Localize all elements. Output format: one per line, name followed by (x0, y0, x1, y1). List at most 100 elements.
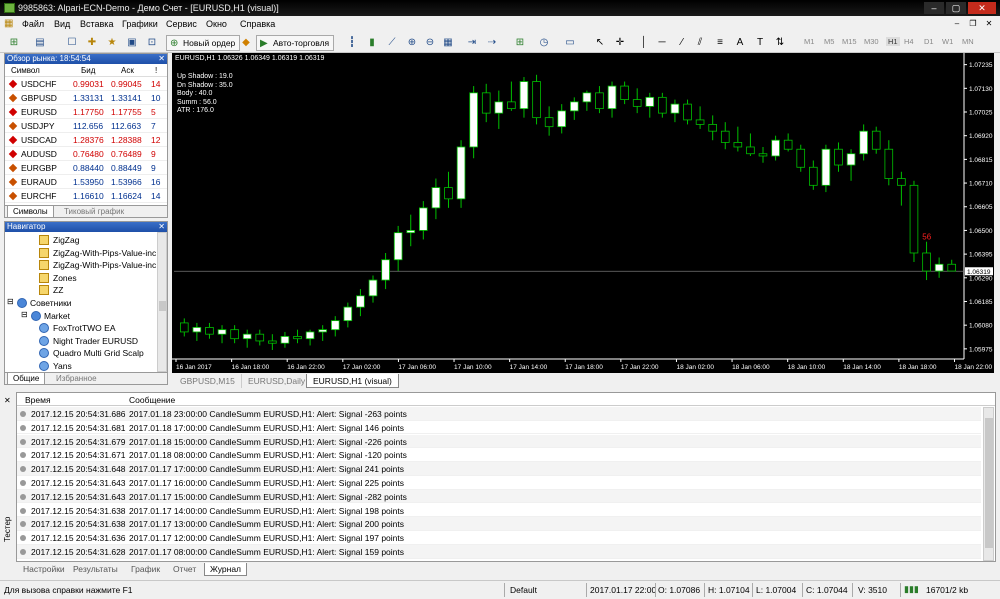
label-icon[interactable]: T (752, 35, 768, 50)
collapse-icon[interactable]: ⊟ (21, 310, 28, 319)
tf-d1[interactable]: D1 (924, 37, 934, 46)
tf-w1[interactable]: W1 (942, 37, 953, 46)
scroll-thumb[interactable] (985, 418, 993, 548)
tile-windows-icon[interactable]: ▦ (440, 35, 456, 50)
journal-row[interactable]: 2017.12.15 20:54:31.686 2017.01.18 23:00:… (17, 407, 981, 421)
indicators-icon[interactable]: ⊞ (512, 35, 528, 50)
journal-row[interactable]: 2017.12.15 20:54:31.648 2017.01.17 17:00:… (17, 462, 981, 476)
mdi-restore-icon[interactable]: ❐ (966, 18, 980, 30)
tf-m30[interactable]: M30 (864, 37, 879, 46)
profiles-icon[interactable]: ▤ (32, 35, 48, 50)
col-time[interactable]: Время (25, 395, 51, 405)
horizontal-line-icon[interactable]: ─ (654, 35, 670, 50)
tab-report[interactable]: Отчет (168, 563, 201, 576)
market-watch-row[interactable]: USDCHF 0.99031 0.99045 14 (5, 78, 167, 91)
tab-tick-chart[interactable]: Тиковый график (59, 206, 129, 218)
new-order-button[interactable]: ⊕ Новый ордер (166, 35, 241, 51)
market-watch-row[interactable]: AUDUSD 0.76480 0.76489 9 (5, 148, 167, 161)
close-icon[interactable]: ✕ (158, 222, 165, 232)
journal-row[interactable]: 2017.12.15 20:54:31.636 2017.01.17 12:00:… (17, 531, 981, 545)
close-icon[interactable]: ✕ (158, 54, 165, 64)
tab-favorites[interactable]: Избранное (51, 373, 102, 385)
col-spread[interactable]: ! (155, 66, 157, 75)
new-chart-icon[interactable]: ⊞ (6, 35, 22, 50)
chart-tab-gbpusd-m15[interactable]: GBPUSD,M15 (174, 374, 242, 388)
market-watch-row[interactable]: EURAUD 1.53950 1.53966 16 (5, 176, 167, 189)
menu-tools[interactable]: Сервис (166, 19, 197, 29)
tf-h1[interactable]: H1 (886, 37, 900, 46)
line-chart-icon[interactable]: ⟋ (384, 35, 400, 50)
menu-view[interactable]: Вид (54, 19, 70, 29)
autotrading-button[interactable]: ▶ Авто-торговля (256, 35, 335, 51)
chart-tab-eurusd-daily[interactable]: EURUSD,Daily (242, 374, 313, 388)
collapse-icon[interactable]: ⊟ (7, 297, 14, 306)
tf-m5[interactable]: M5 (824, 37, 834, 46)
journal-row[interactable]: 2017.12.15 20:54:31.681 2017.01.18 17:00:… (17, 421, 981, 435)
templates-icon[interactable]: ▭ (562, 35, 578, 50)
tf-m15[interactable]: M15 (842, 37, 857, 46)
close-icon[interactable]: ✕ (4, 396, 11, 405)
col-ask[interactable]: Аск (121, 66, 134, 75)
market-watch-icon[interactable]: ☐ (64, 35, 80, 50)
journal-row[interactable]: 2017.12.15 20:54:31.671 2017.01.18 08:00:… (17, 448, 981, 462)
market-watch-row[interactable]: EURUSD 1.17750 1.17755 5 (5, 106, 167, 119)
chart-canvas[interactable]: 1.07235 1.07130 1.07025 1.06920 1.06815 1.067… (172, 53, 994, 373)
menu-charts[interactable]: Графики (122, 19, 158, 29)
trendline-icon[interactable]: ⁄ (674, 35, 690, 50)
journal-row[interactable]: 2017.12.15 20:54:31.628 2017.01.17 08:00:… (17, 545, 981, 559)
tf-h4[interactable]: H4 (904, 37, 914, 46)
bar-chart-icon[interactable]: ┇ (344, 35, 360, 50)
journal-row[interactable]: 2017.12.15 20:54:31.679 2017.01.18 15:00:… (17, 434, 981, 449)
crosshair-icon[interactable]: ✛ (612, 35, 628, 50)
autoscroll-icon[interactable]: ⇢ (484, 35, 500, 50)
tab-results[interactable]: Результаты (68, 563, 123, 576)
mdi-minimize-icon[interactable]: – (950, 18, 964, 30)
market-watch-row[interactable]: EURCHF 1.16610 1.16624 14 (5, 190, 167, 203)
chart-window-icon[interactable]: ▦ (4, 18, 13, 29)
col-message[interactable]: Сообщение (129, 395, 175, 405)
menu-file[interactable]: Файл (22, 19, 44, 29)
col-bid[interactable]: Бид (81, 66, 95, 75)
text-icon[interactable]: A (732, 35, 748, 50)
periods-icon[interactable]: ◷ (536, 35, 552, 50)
minimize-button[interactable]: – (924, 2, 944, 14)
tab-symbols[interactable]: Символы (7, 206, 54, 218)
col-symbol[interactable]: Символ (11, 66, 40, 75)
market-watch-row[interactable]: USDCAD 1.28376 1.28388 12 (5, 134, 167, 147)
chart-shift-icon[interactable]: ⇥ (464, 35, 480, 50)
tf-m1[interactable]: M1 (804, 37, 814, 46)
meta-editor-icon[interactable]: ◆ (238, 35, 254, 50)
navigator-icon[interactable]: ★ (104, 35, 120, 50)
chart-tab-eurusd-h1[interactable]: EURUSD,H1 (visual) (306, 374, 399, 388)
market-watch-row[interactable]: EURGBP 0.88440 0.88449 9 (5, 162, 167, 175)
journal-row[interactable]: 2017.12.15 20:54:31.643 2017.01.17 15:00:… (17, 489, 981, 504)
channel-icon[interactable]: ⫽ (692, 35, 708, 50)
menu-help[interactable]: Справка (240, 19, 275, 29)
cursor-icon[interactable]: ↖ (592, 35, 608, 50)
journal-scrollbar[interactable] (983, 407, 994, 561)
zoom-in-icon[interactable]: ⊕ (404, 35, 420, 50)
zoom-out-icon[interactable]: ⊖ (422, 35, 438, 50)
tab-journal[interactable]: Журнал (204, 563, 248, 576)
terminal-icon[interactable]: ▣ (124, 35, 140, 50)
menu-insert[interactable]: Вставка (80, 19, 113, 29)
candle-chart-icon[interactable]: ▮ (364, 35, 380, 50)
journal-row[interactable]: 2017.12.15 20:54:31.643 2017.01.17 16:00:… (17, 476, 981, 490)
vertical-line-icon[interactable]: │ (636, 35, 652, 50)
fibonacci-icon[interactable]: ≡ (712, 35, 728, 50)
price-chart[interactable]: 1.07235 1.07130 1.07025 1.06920 1.06815 1.067… (172, 53, 994, 373)
tf-mn[interactable]: MN (962, 37, 974, 46)
market-watch-row[interactable]: USDJPY 112.656 112.663 7 (5, 120, 167, 133)
navigator-scrollbar[interactable] (157, 232, 167, 372)
journal-row[interactable]: 2017.12.15 20:54:31.638 2017.01.17 13:00:… (17, 517, 981, 531)
journal-row[interactable]: 2017.12.15 20:54:31.638 2017.01.17 14:00:… (17, 504, 981, 518)
menu-window[interactable]: Окно (206, 19, 227, 29)
tester-icon[interactable]: ⊡ (144, 35, 160, 50)
tab-settings[interactable]: Настройки (18, 563, 70, 576)
tab-graph[interactable]: График (126, 563, 165, 576)
mdi-close-icon[interactable]: ✕ (982, 18, 996, 30)
tab-common[interactable]: Общие (7, 373, 46, 385)
maximize-button[interactable]: ▢ (946, 2, 966, 14)
close-button[interactable]: ✕ (968, 2, 996, 14)
market-watch-row[interactable]: GBPUSD 1.33131 1.33141 10 (5, 92, 167, 105)
